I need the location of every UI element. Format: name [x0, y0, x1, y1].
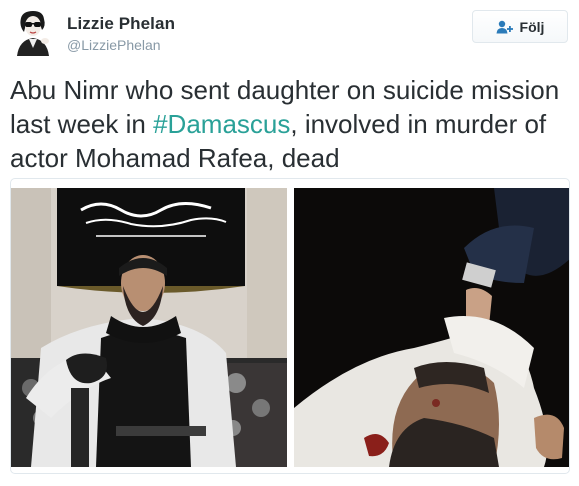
photo-body-in-shroud — [294, 188, 569, 467]
photo-right[interactable] — [294, 188, 569, 467]
media-container — [10, 178, 570, 474]
author-name[interactable]: Lizzie Phelan — [67, 14, 175, 34]
author-avatar[interactable] — [9, 8, 57, 56]
add-person-icon — [496, 20, 514, 34]
photo-left[interactable] — [11, 188, 287, 467]
tweet-card: Lizzie Phelan @LizziePhelan Följ Abu Nim… — [0, 0, 579, 486]
hashtag-link[interactable]: #Damascus — [153, 109, 290, 139]
tweet-text: Abu Nimr who sent daughter on suicide mi… — [10, 73, 570, 175]
follow-label: Följ — [519, 18, 545, 35]
avatar-illustration — [9, 8, 57, 56]
hashtag-word: Damascus — [167, 109, 291, 139]
author-handle[interactable]: @LizziePhelan — [67, 37, 161, 53]
hashtag-symbol: # — [153, 109, 168, 139]
photo-man-with-flag — [11, 188, 287, 467]
follow-button[interactable]: Följ — [472, 10, 568, 43]
